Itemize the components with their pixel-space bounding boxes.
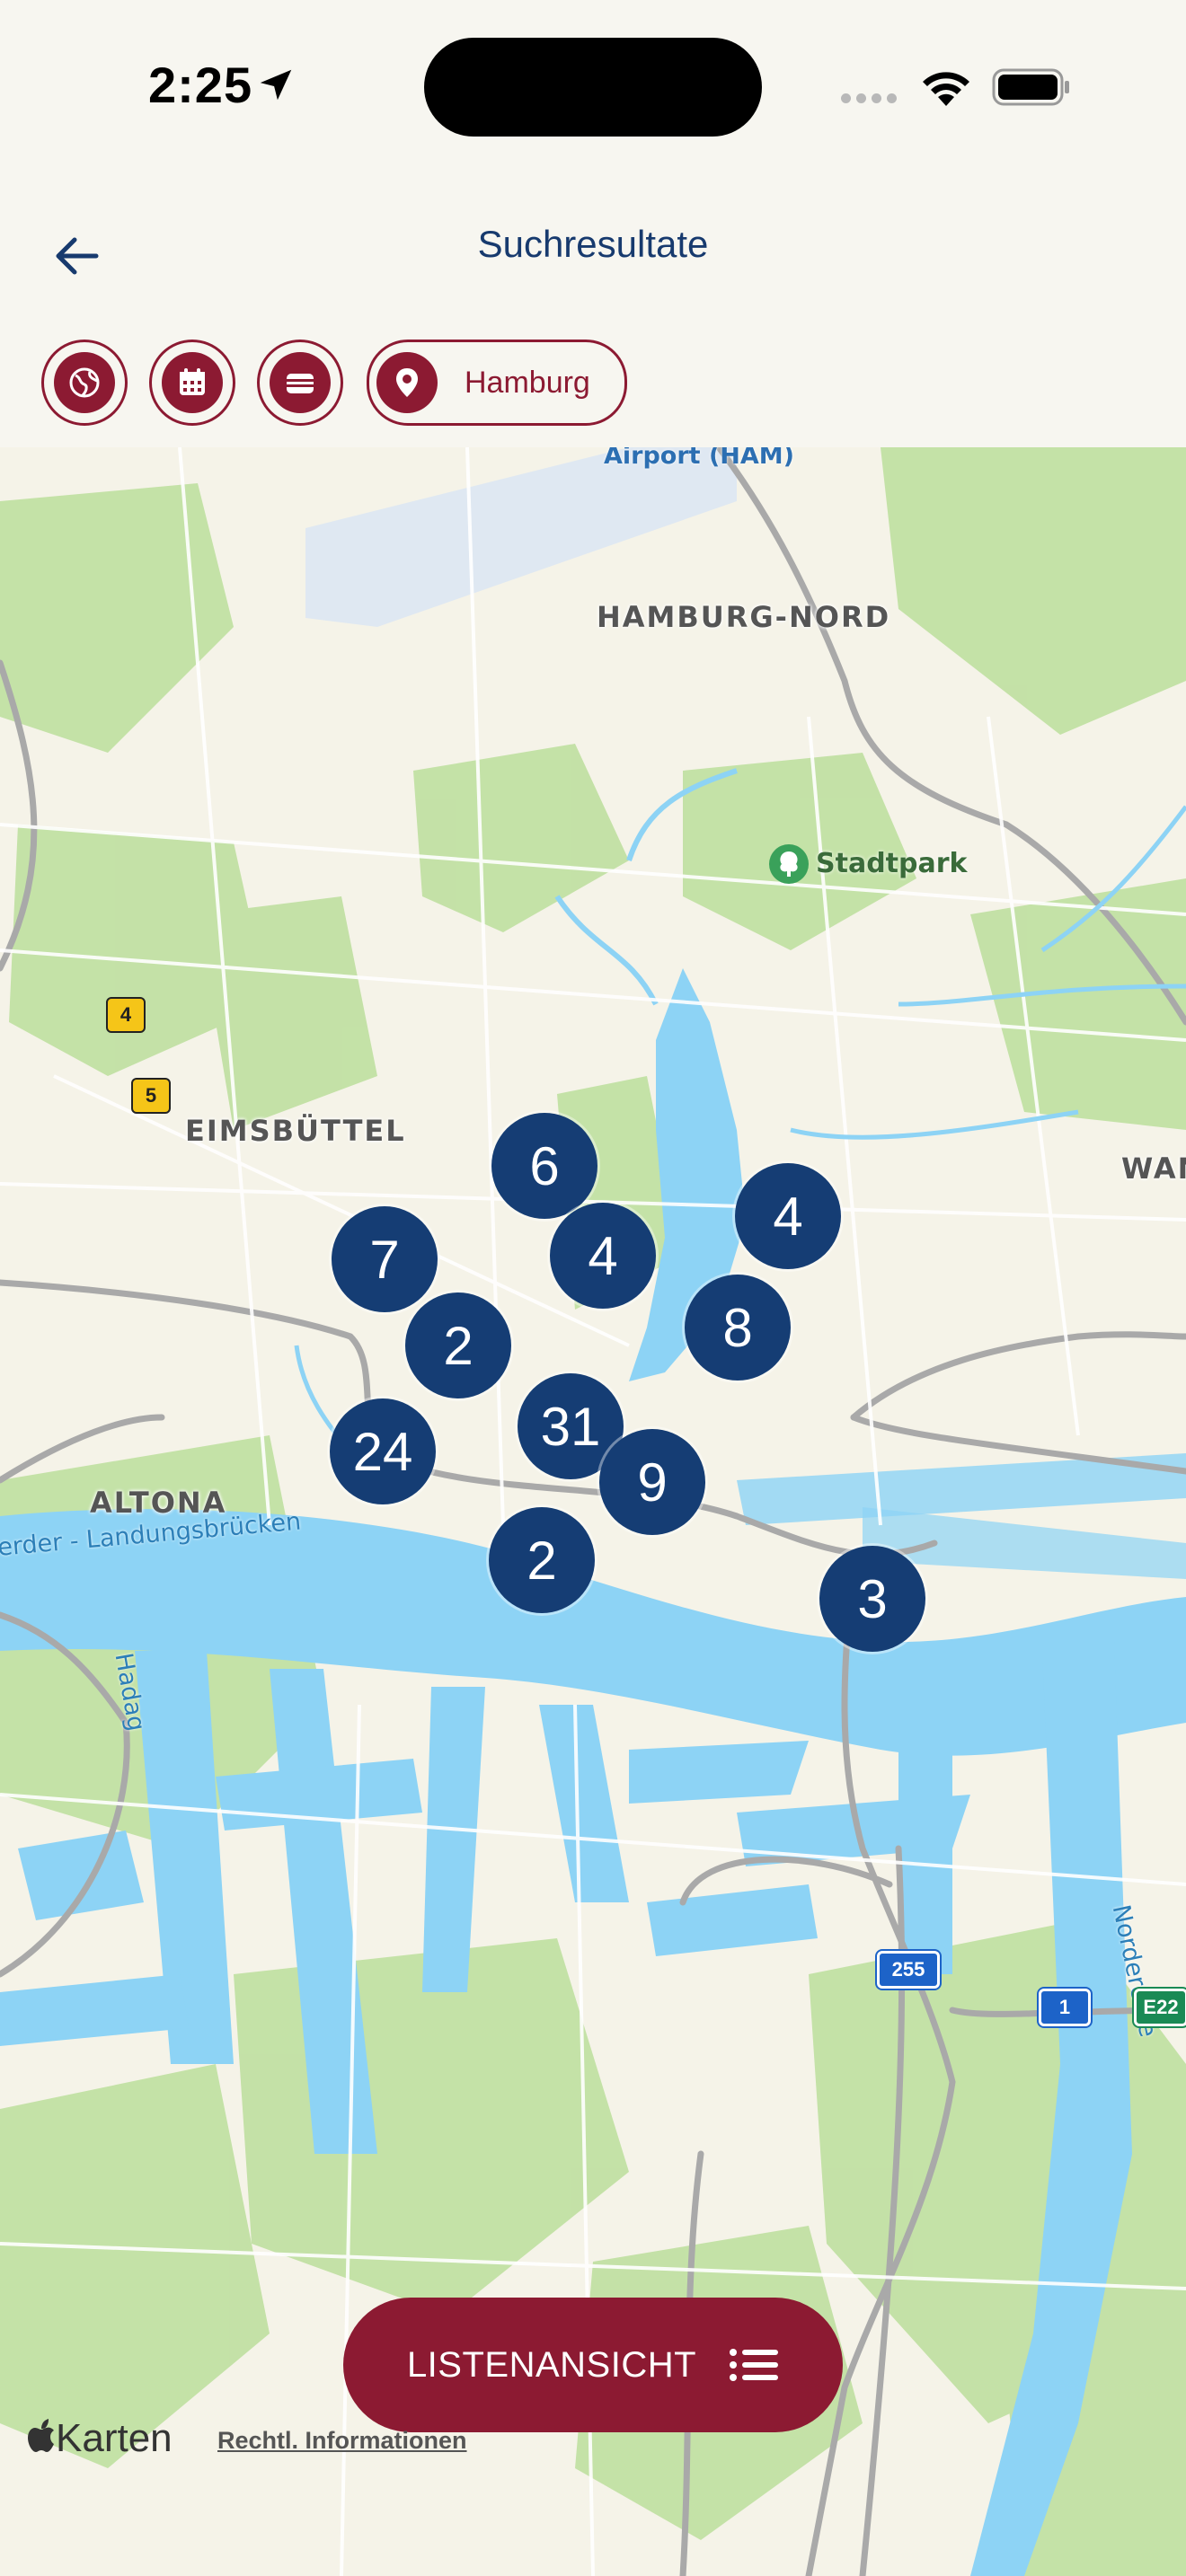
list-icon — [730, 2349, 779, 2381]
status-time: 2:25 — [148, 57, 253, 113]
wifi-icon — [923, 72, 969, 106]
battery-icon — [992, 68, 1069, 106]
map-cluster-marker[interactable]: 9 — [599, 1429, 705, 1535]
page-title: Suchresultate — [477, 223, 709, 265]
road-shield-a5: 5 — [131, 1078, 171, 1114]
road-shield-255: 255 — [877, 1951, 940, 1989]
nav-header: Suchresultate Hamburg — [0, 171, 1186, 449]
map-label-hamburg-nord: HAMBURG-NORD — [597, 600, 891, 634]
apple-logo-icon — [28, 2419, 54, 2452]
road-shield-a1: 1 — [1039, 1989, 1091, 2026]
filter-date-button[interactable] — [149, 340, 235, 426]
filter-location-chip[interactable]: Hamburg — [367, 340, 627, 426]
map-cluster-marker[interactable]: 3 — [819, 1546, 925, 1652]
map-cluster-marker[interactable]: 2 — [489, 1507, 595, 1613]
status-bar: 2:25 — [0, 0, 1186, 171]
location-arrow-icon — [260, 69, 292, 101]
legal-info-link[interactable]: Rechtl. Informationen — [217, 2427, 467, 2455]
filter-category-button[interactable] — [41, 340, 128, 426]
wallet-icon — [287, 374, 314, 393]
map-label-stadtpark: Stadtpark — [816, 848, 968, 879]
filter-price-button[interactable] — [257, 340, 343, 426]
map-label-wan: WAN — [1121, 1151, 1186, 1186]
map-label-eimsbuettel: EIMSBÜTTEL — [185, 1114, 406, 1148]
map-cluster-marker[interactable]: 4 — [550, 1203, 656, 1309]
map-cluster-marker[interactable]: 2 — [405, 1292, 511, 1398]
map-cluster-marker[interactable]: 24 — [330, 1398, 436, 1504]
globe-icon — [69, 367, 100, 398]
attribution-label: Karten — [56, 2416, 173, 2460]
list-view-button[interactable]: LISTENANSICHT — [343, 2298, 843, 2432]
road-shield-a4: 4 — [106, 997, 146, 1033]
filter-location-label: Hamburg — [465, 365, 590, 400]
map-cluster-marker[interactable]: 8 — [685, 1275, 791, 1381]
signal-dots-icon — [841, 92, 902, 108]
map-cluster-marker[interactable]: 6 — [491, 1113, 597, 1219]
map-attribution: Karten — [27, 2416, 173, 2461]
dynamic-island — [424, 38, 762, 137]
map-cluster-marker[interactable]: 7 — [332, 1206, 438, 1312]
map-view[interactable]: Airport (HAM) HAMBURG-NORD Stadtpark EIM… — [0, 447, 1186, 2576]
list-view-label: LISTENANSICHT — [406, 2344, 697, 2385]
map-label-airport: Airport (HAM) — [604, 447, 795, 470]
map-label-altona: ALTONA — [90, 1486, 227, 1520]
map-cluster-marker[interactable]: 4 — [735, 1163, 841, 1269]
map-pin-icon — [396, 368, 418, 397]
calendar-icon — [180, 368, 205, 395]
road-shield-e22: E22 — [1134, 1989, 1186, 2026]
